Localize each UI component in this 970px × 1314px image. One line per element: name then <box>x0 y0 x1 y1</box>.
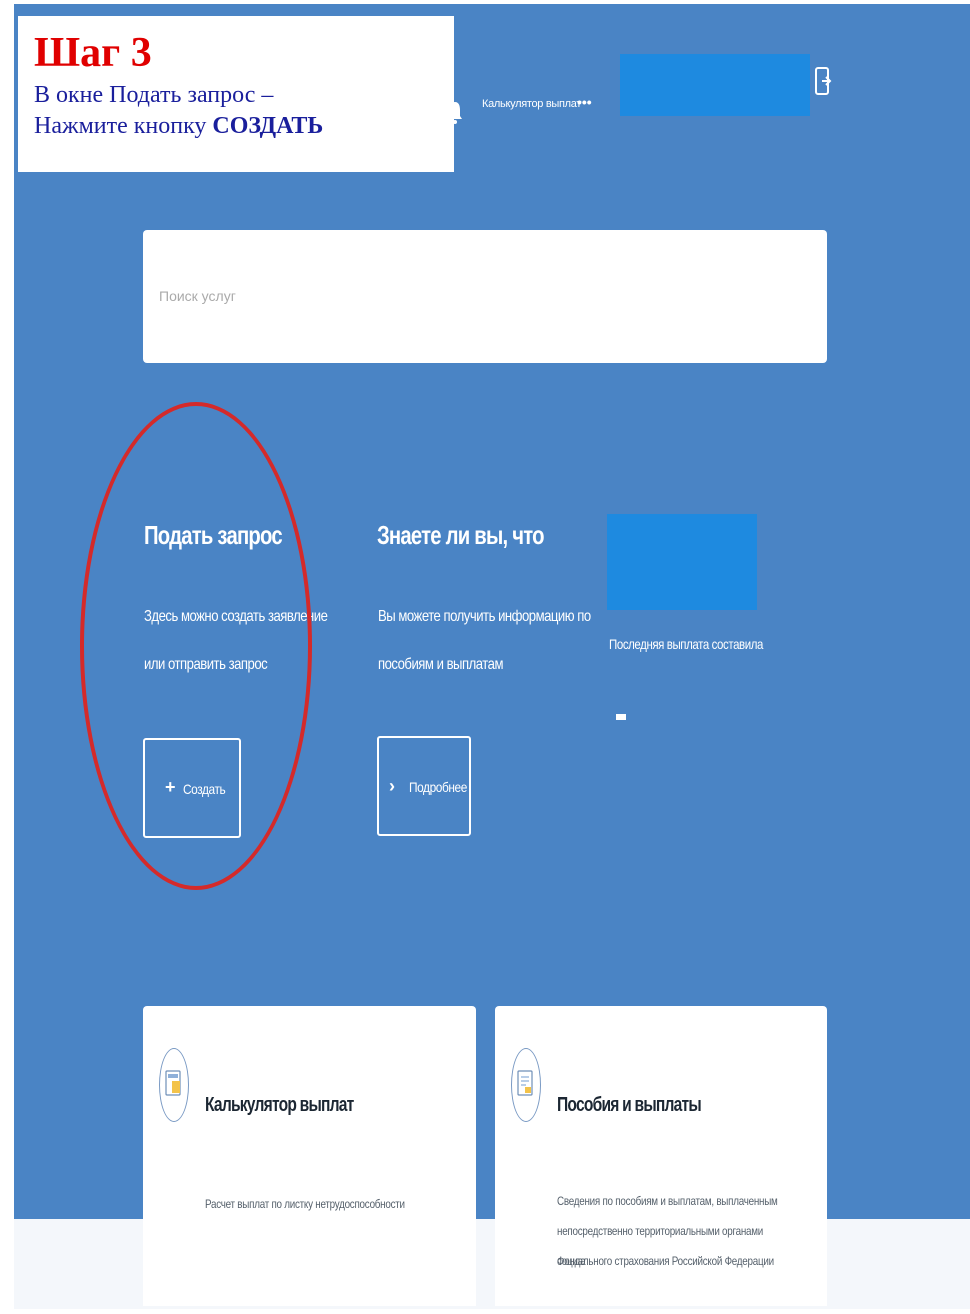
card-calculator-desc: Расчет выплат по листку нетрудоспособнос… <box>205 1197 405 1211</box>
more-button[interactable]: › Подробнее <box>377 736 471 836</box>
more-icon[interactable]: ••• <box>577 94 592 110</box>
chevron-right-icon: › <box>389 776 395 796</box>
highlight-circle <box>80 402 312 890</box>
card-calculator[interactable]: Калькулятор выплат Расчет выплат по лист… <box>143 1006 476 1306</box>
payment-redacted <box>607 514 757 610</box>
card-calculator-title: Калькулятор выплат <box>205 1094 354 1116</box>
card-benefits[interactable]: Пособия и выплаты Сведения по пособиям и… <box>495 1006 827 1306</box>
user-profile-redacted[interactable] <box>620 54 810 116</box>
topbar-calculator-link[interactable]: Калькулятор выплат <box>482 98 581 110</box>
search-input[interactable] <box>157 270 801 322</box>
benefits-document-icon <box>511 1048 541 1122</box>
info-block-title: Знаете ли вы, что <box>377 520 544 550</box>
logout-icon[interactable] <box>814 64 832 100</box>
info-block-desc-1: Вы можете получить информацию по <box>378 608 591 625</box>
calculator-icon <box>159 1048 189 1122</box>
instruction-callout: Шаг 3 В окне Подать запрос – Нажмите кно… <box>18 16 454 172</box>
instruction-button-name: СОЗДАТЬ <box>212 113 324 139</box>
instruction-line-1: В окне Подать запрос – <box>34 82 274 108</box>
bell-icon[interactable] <box>448 96 462 126</box>
step-title: Шаг 3 <box>34 30 152 76</box>
last-payment-label: Последняя выплата составила <box>609 636 764 652</box>
instruction-line-2: Нажмите кнопку СОЗДАТЬ <box>34 111 454 142</box>
more-button-label: Подробнее <box>409 779 467 795</box>
payment-value-dash <box>616 714 626 720</box>
card-benefits-title: Пособия и выплаты <box>557 1094 702 1116</box>
search-box[interactable] <box>143 230 827 363</box>
info-block-desc-2: пособиям и выплатам <box>378 656 503 673</box>
card-benefits-desc-1: Сведения по пособиям и выплатам, выплаче… <box>557 1194 778 1208</box>
instruction-line-2-prefix: Нажмите кнопку <box>34 113 213 139</box>
card-benefits-desc-3: социального страхования Российской Федер… <box>557 1254 774 1268</box>
